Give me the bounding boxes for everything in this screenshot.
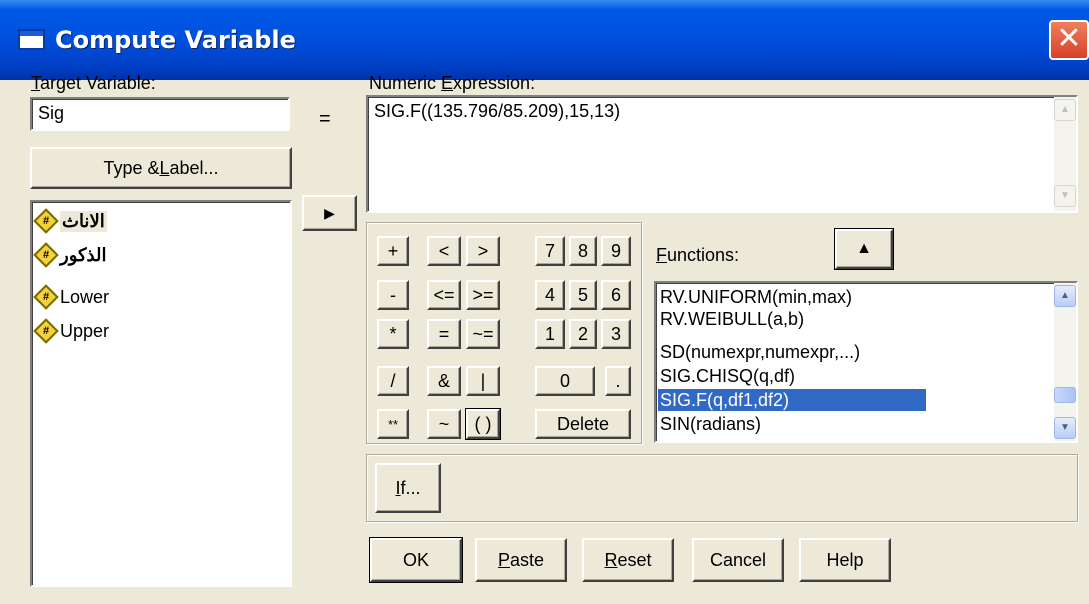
move-variable-button[interactable]: ▶ (302, 195, 357, 231)
numeric-variable-icon: # (36, 287, 56, 307)
key-decimal[interactable]: . (605, 366, 631, 396)
function-item[interactable]: SIN(radians) (660, 413, 761, 435)
expression-scrollbar[interactable]: ▲ ▼ (1054, 97, 1076, 211)
key-parentheses[interactable]: ( ) (465, 408, 501, 440)
key-6[interactable]: 6 (601, 280, 631, 310)
scroll-thumb[interactable] (1054, 387, 1076, 403)
ok-button[interactable]: OK (369, 537, 463, 583)
numeric-expression-input[interactable]: SIG.F((135.796/85.209),15,13) ▲ ▼ (366, 95, 1078, 213)
numeric-variable-icon: # (36, 211, 56, 231)
key-or[interactable]: | (466, 366, 500, 396)
key-3[interactable]: 3 (601, 319, 631, 349)
key-greater-equal[interactable]: >= (466, 280, 500, 310)
if-group (366, 454, 1078, 522)
function-item[interactable]: SD(numexpr,numexpr,...) (660, 341, 860, 363)
scroll-up-icon[interactable]: ▲ (1054, 285, 1076, 307)
numeric-expression-label: Numeric Expression: (369, 73, 536, 93)
key-8[interactable]: 8 (569, 236, 597, 266)
functions-scrollbar[interactable]: ▲ ▼ (1054, 283, 1076, 441)
key-7[interactable]: 7 (535, 236, 565, 266)
if-button[interactable]: If... (375, 463, 441, 513)
type-label-button[interactable]: Type & Label... (30, 147, 292, 189)
key-delete[interactable]: Delete (535, 409, 631, 439)
window-title: Compute Variable (55, 26, 296, 54)
variable-item[interactable]: # الذكور (36, 240, 107, 270)
key-not-equal[interactable]: ~= (466, 319, 500, 349)
key-0[interactable]: 0 (535, 366, 595, 396)
target-variable-value: Sig (38, 103, 65, 123)
scroll-up-icon[interactable]: ▲ (1054, 99, 1076, 121)
cancel-button[interactable]: Cancel (692, 538, 784, 582)
variable-list[interactable]: # الاناث # الذكور # Lower # Upper (30, 200, 292, 587)
scroll-down-icon[interactable]: ▼ (1054, 417, 1076, 439)
function-item[interactable]: SIG.CHISQ(q,df) (660, 365, 795, 387)
variable-item[interactable]: # الاناث (36, 206, 107, 236)
key-9[interactable]: 9 (601, 236, 631, 266)
target-variable-label: Target Variable: (31, 73, 156, 93)
key-less[interactable]: < (427, 236, 461, 266)
key-plus[interactable]: + (377, 236, 409, 266)
key-greater[interactable]: > (466, 236, 500, 266)
key-5[interactable]: 5 (569, 280, 597, 310)
function-item[interactable]: RV.WEIBULL(a,b) (660, 308, 804, 330)
function-item[interactable]: RV.UNIFORM(min,max) (660, 286, 852, 308)
key-multiply[interactable]: * (377, 319, 409, 349)
title-bar: Compute Variable ✕ (0, 0, 1089, 80)
key-1[interactable]: 1 (535, 319, 565, 349)
scroll-down-icon[interactable]: ▼ (1054, 185, 1076, 207)
equals-sign: = (319, 108, 331, 130)
functions-label: Functions: (656, 245, 740, 265)
key-minus[interactable]: - (377, 280, 409, 310)
variable-item[interactable]: # Upper (36, 316, 109, 346)
key-and[interactable]: & (427, 366, 461, 396)
numeric-variable-icon: # (36, 245, 56, 265)
paste-button[interactable]: Paste (475, 538, 567, 582)
key-power[interactable]: ** (377, 409, 409, 439)
key-less-equal[interactable]: <= (427, 280, 461, 310)
numeric-variable-icon: # (36, 321, 56, 341)
key-divide[interactable]: / (377, 366, 409, 396)
numeric-expression-value: SIG.F((135.796/85.209),15,13) (374, 101, 621, 121)
key-equal[interactable]: = (427, 319, 461, 349)
reset-button[interactable]: Reset (582, 538, 674, 582)
help-button[interactable]: Help (799, 538, 891, 582)
functions-list[interactable]: RV.UNIFORM(min,max) RV.WEIBULL(a,b) SD(n… (654, 281, 1078, 443)
key-not[interactable]: ~ (427, 409, 461, 439)
key-4[interactable]: 4 (535, 280, 565, 310)
variable-item[interactable]: # Lower (36, 282, 109, 312)
target-variable-input[interactable]: Sig (30, 97, 290, 131)
window-icon (18, 29, 45, 50)
function-item-selected[interactable]: SIG.F(q,df1,df2) (658, 389, 926, 411)
key-2[interactable]: 2 (569, 319, 597, 349)
close-button[interactable]: ✕ (1049, 20, 1089, 60)
function-up-button[interactable]: ▲ (834, 228, 894, 270)
